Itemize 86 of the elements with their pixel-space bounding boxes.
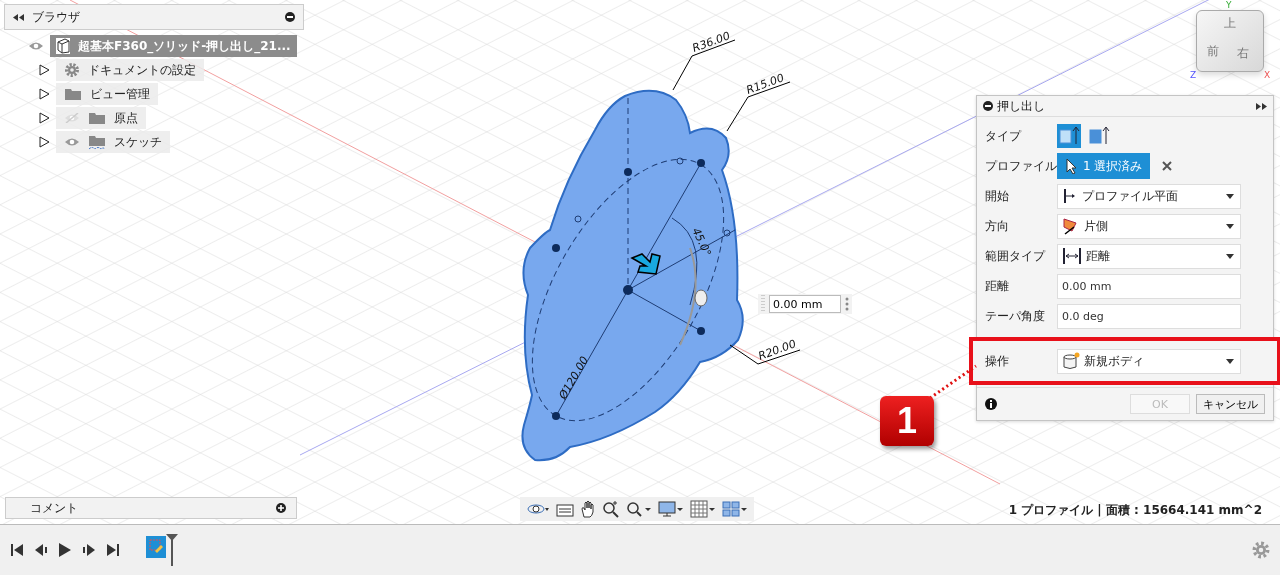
panel-title: コメント bbox=[30, 499, 79, 517]
tree-item-label: ドキュメントの設定 bbox=[88, 61, 196, 79]
drag-arrow-icon[interactable] bbox=[630, 253, 661, 275]
play-icon[interactable] bbox=[58, 542, 72, 558]
collapse-icon[interactable] bbox=[13, 13, 24, 21]
tree-item-label: ビュー管理 bbox=[90, 85, 150, 103]
axis-label: X bbox=[1264, 70, 1271, 80]
direction-icon bbox=[1062, 217, 1080, 235]
pan-hand-icon[interactable] bbox=[580, 500, 596, 518]
distance-input[interactable]: 0.00 mm bbox=[769, 295, 841, 313]
component-icon bbox=[56, 38, 70, 54]
clear-icon[interactable] bbox=[1162, 161, 1173, 171]
axis-label: Z bbox=[1190, 70, 1197, 80]
caret-icon bbox=[1226, 358, 1234, 364]
dropdown[interactable]: 片側 bbox=[1057, 213, 1241, 239]
field-label: プロファイル bbox=[985, 157, 1057, 175]
new-body-icon bbox=[1062, 352, 1080, 370]
step-forward-icon[interactable] bbox=[82, 542, 96, 558]
dropdown[interactable]: 距離 bbox=[1057, 243, 1241, 269]
step-back-icon[interactable] bbox=[34, 542, 48, 558]
caret-icon bbox=[1226, 193, 1234, 199]
dropdown[interactable]: プロファイル平面 bbox=[1057, 183, 1241, 209]
minus-icon[interactable] bbox=[285, 12, 295, 22]
solid-type-button[interactable] bbox=[1057, 124, 1081, 148]
cube-face-label: 上 bbox=[1224, 15, 1236, 32]
field-label: 操作 bbox=[985, 352, 1010, 370]
eye-icon[interactable] bbox=[64, 137, 80, 147]
expand-toggle-icon[interactable] bbox=[38, 88, 50, 100]
dropdown-value: 距離 bbox=[1086, 247, 1111, 265]
drag-handle-icon[interactable] bbox=[761, 295, 765, 313]
first-step-icon[interactable] bbox=[10, 542, 24, 558]
folder-icon bbox=[64, 87, 82, 101]
component-name: 超基本F360_ソリッド-押し出し_21... bbox=[78, 37, 291, 55]
caret-icon bbox=[1226, 223, 1234, 229]
dialog-title: 押し出し bbox=[997, 97, 1046, 115]
distance-icon bbox=[1062, 247, 1082, 265]
field-label: 開始 bbox=[985, 187, 1010, 205]
last-step-icon[interactable] bbox=[106, 542, 120, 558]
field-label: 範囲タイプ bbox=[985, 247, 1047, 265]
expand-toggle-icon[interactable] bbox=[38, 64, 50, 76]
cursor-icon bbox=[1065, 158, 1077, 174]
display-settings-icon[interactable] bbox=[658, 500, 684, 518]
info-icon[interactable] bbox=[985, 398, 997, 410]
dropdown-value: 新規ボディ bbox=[1084, 352, 1145, 370]
gear-icon bbox=[64, 62, 80, 78]
cancel-button[interactable]: キャンセル bbox=[1196, 394, 1265, 414]
tree-item[interactable]: スケッチ bbox=[56, 131, 170, 153]
grid-icon[interactable] bbox=[690, 500, 716, 518]
expand-icon[interactable] bbox=[1256, 102, 1267, 110]
tree-item[interactable]: 原点 bbox=[56, 107, 146, 129]
zoom-icon[interactable] bbox=[602, 500, 620, 518]
callout-badge: 1 bbox=[880, 396, 934, 446]
tree-item[interactable]: ビュー管理 bbox=[56, 83, 158, 105]
field-label: 方向 bbox=[985, 217, 1010, 235]
input-field[interactable]: 0.00 mm bbox=[1057, 273, 1241, 299]
eye-icon[interactable] bbox=[28, 41, 44, 51]
angle-label[interactable]: 45.0° bbox=[689, 225, 714, 259]
sketch-folder-icon bbox=[88, 134, 106, 150]
status-text: 1 プロファイル | 面積 : 15664.141 mm^2 bbox=[1008, 502, 1262, 519]
dropdown[interactable]: 新規ボディ bbox=[1057, 348, 1241, 374]
angle-handle-icon[interactable] bbox=[694, 289, 708, 307]
cube-face-label: 前 bbox=[1207, 43, 1219, 60]
look-at-icon[interactable] bbox=[556, 501, 574, 517]
tree-item-label: スケッチ bbox=[114, 133, 162, 151]
dropdown-value: 片側 bbox=[1084, 217, 1109, 235]
fit-zoom-icon[interactable] bbox=[626, 500, 652, 518]
tree-item-label: 原点 bbox=[114, 109, 138, 127]
selection-button[interactable]: 1 選択済み bbox=[1057, 153, 1151, 179]
view-cube[interactable]: 上 前 右 bbox=[1196, 10, 1264, 72]
cube-face-label: 右 bbox=[1237, 45, 1249, 62]
axis-label: Y bbox=[1226, 0, 1232, 10]
field-label: テーパ角度 bbox=[985, 307, 1046, 325]
panel-title: ブラウザ bbox=[32, 8, 81, 26]
expand-toggle-icon[interactable] bbox=[38, 136, 50, 148]
field-label: タイプ bbox=[985, 127, 1023, 145]
tree-item[interactable]: ドキュメントの設定 bbox=[56, 59, 204, 81]
viewports-icon[interactable] bbox=[722, 500, 748, 518]
more-icon[interactable] bbox=[845, 297, 849, 311]
folder-icon bbox=[88, 111, 106, 125]
expand-toggle-icon[interactable] bbox=[38, 112, 50, 124]
add-icon[interactable] bbox=[276, 503, 286, 513]
caret-icon bbox=[1226, 253, 1234, 259]
dropdown-value: プロファイル平面 bbox=[1082, 187, 1179, 205]
field-label: 距離 bbox=[985, 277, 1010, 295]
minus-icon[interactable] bbox=[983, 101, 993, 111]
input-field[interactable]: 0.0 deg bbox=[1057, 303, 1241, 329]
